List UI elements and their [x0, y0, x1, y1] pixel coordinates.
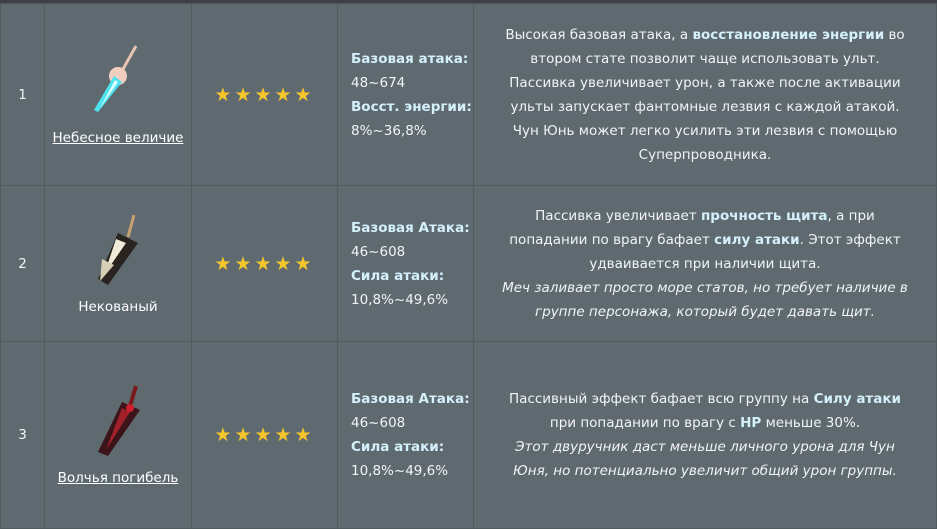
weapon-cell: Некованый	[44, 185, 192, 342]
desc-bold1: восстановление энергии	[692, 26, 885, 43]
table-row: 2 Некованый ★★★★★ Базовая Атака: 46~608 …	[0, 185, 937, 342]
rarity-stars: ★★★★★	[191, 185, 338, 342]
desc-post: меньше 30%.	[761, 415, 861, 431]
desc-pre: Пассивный эффект бафает всю группу на	[509, 391, 814, 407]
weapon-stats: Базовая атака: 48~674 Восст. энергии: 8%…	[337, 3, 474, 186]
weapon-stats: Базовая Атака: 46~608 Сила атаки: 10,8%~…	[337, 185, 474, 342]
italic-note: Меч заливает просто море статов, но треб…	[502, 279, 908, 320]
stat2-label: Сила атаки:	[351, 439, 445, 455]
rank: 3	[0, 341, 45, 529]
description: Пассивный эффект бафает всю группу на Си…	[473, 341, 937, 529]
weapon-name[interactable]: Волчья погибель	[58, 470, 179, 486]
claymore-wolfs-gravestone-icon	[98, 385, 140, 456]
weapon-name: Некованый	[78, 298, 158, 315]
weapon-name[interactable]: Небесное величие	[53, 130, 184, 146]
stat2-label: Сила атаки:	[351, 267, 445, 284]
stat2-value: 10,8%~49,6%	[351, 463, 449, 479]
description: Высокая базовая атака, а восстановление …	[473, 3, 937, 186]
stat1-value: 46~608	[351, 415, 406, 431]
sword-skyward-blade-icon	[94, 44, 138, 112]
table-row: 3 Волчья погибель ★★★★★ Базовая Атака: 4…	[0, 341, 937, 529]
weapons-table: 1 Небесное величие ★★★★★ Базовая атака: …	[0, 3, 937, 529]
stat1-label: Базовая Атака:	[351, 219, 470, 236]
stat1-value: 48~674	[351, 74, 406, 91]
desc-bold2: силу атаки	[714, 231, 800, 248]
weapon-stats: Базовая Атака: 46~608 Сила атаки: 10,8%~…	[337, 341, 474, 529]
table-row: 1 Небесное величие ★★★★★ Базовая атака: …	[0, 3, 937, 186]
stat2-value: 10,8%~49,6%	[351, 291, 449, 308]
stat2-value: 8%~36,8%	[351, 122, 427, 139]
stat1-label: Базовая атака:	[351, 50, 469, 67]
stat1-value: 46~608	[351, 243, 406, 260]
rank: 1	[0, 3, 45, 186]
rarity-stars: ★★★★★	[191, 3, 338, 186]
rank: 2	[0, 185, 45, 342]
claymore-unforged-icon	[98, 214, 138, 285]
desc-bold1: Силу атаки	[813, 391, 901, 407]
desc-bold1: прочность щита	[700, 207, 828, 224]
stat2-label: Восст. энергии:	[351, 98, 472, 115]
rarity-stars: ★★★★★	[191, 341, 338, 529]
desc-pre: Высокая базовая атака, а	[505, 26, 693, 43]
stat1-label: Базовая Атака:	[351, 391, 470, 407]
desc-mid: во втором стате позволит чаще использова…	[509, 26, 905, 163]
italic-note: Этот двуручник даст меньше личного урона…	[513, 439, 897, 479]
weapon-cell: Волчья погибель	[44, 341, 192, 529]
desc-pre: Пассивка увеличивает	[535, 207, 701, 224]
weapon-cell: Небесное величие	[44, 3, 192, 186]
desc-mid: при попадании по врагу с	[549, 415, 741, 431]
description: Пассивка увеличивает прочность щита, а п…	[473, 185, 937, 342]
desc-bold2: HP	[740, 415, 762, 431]
